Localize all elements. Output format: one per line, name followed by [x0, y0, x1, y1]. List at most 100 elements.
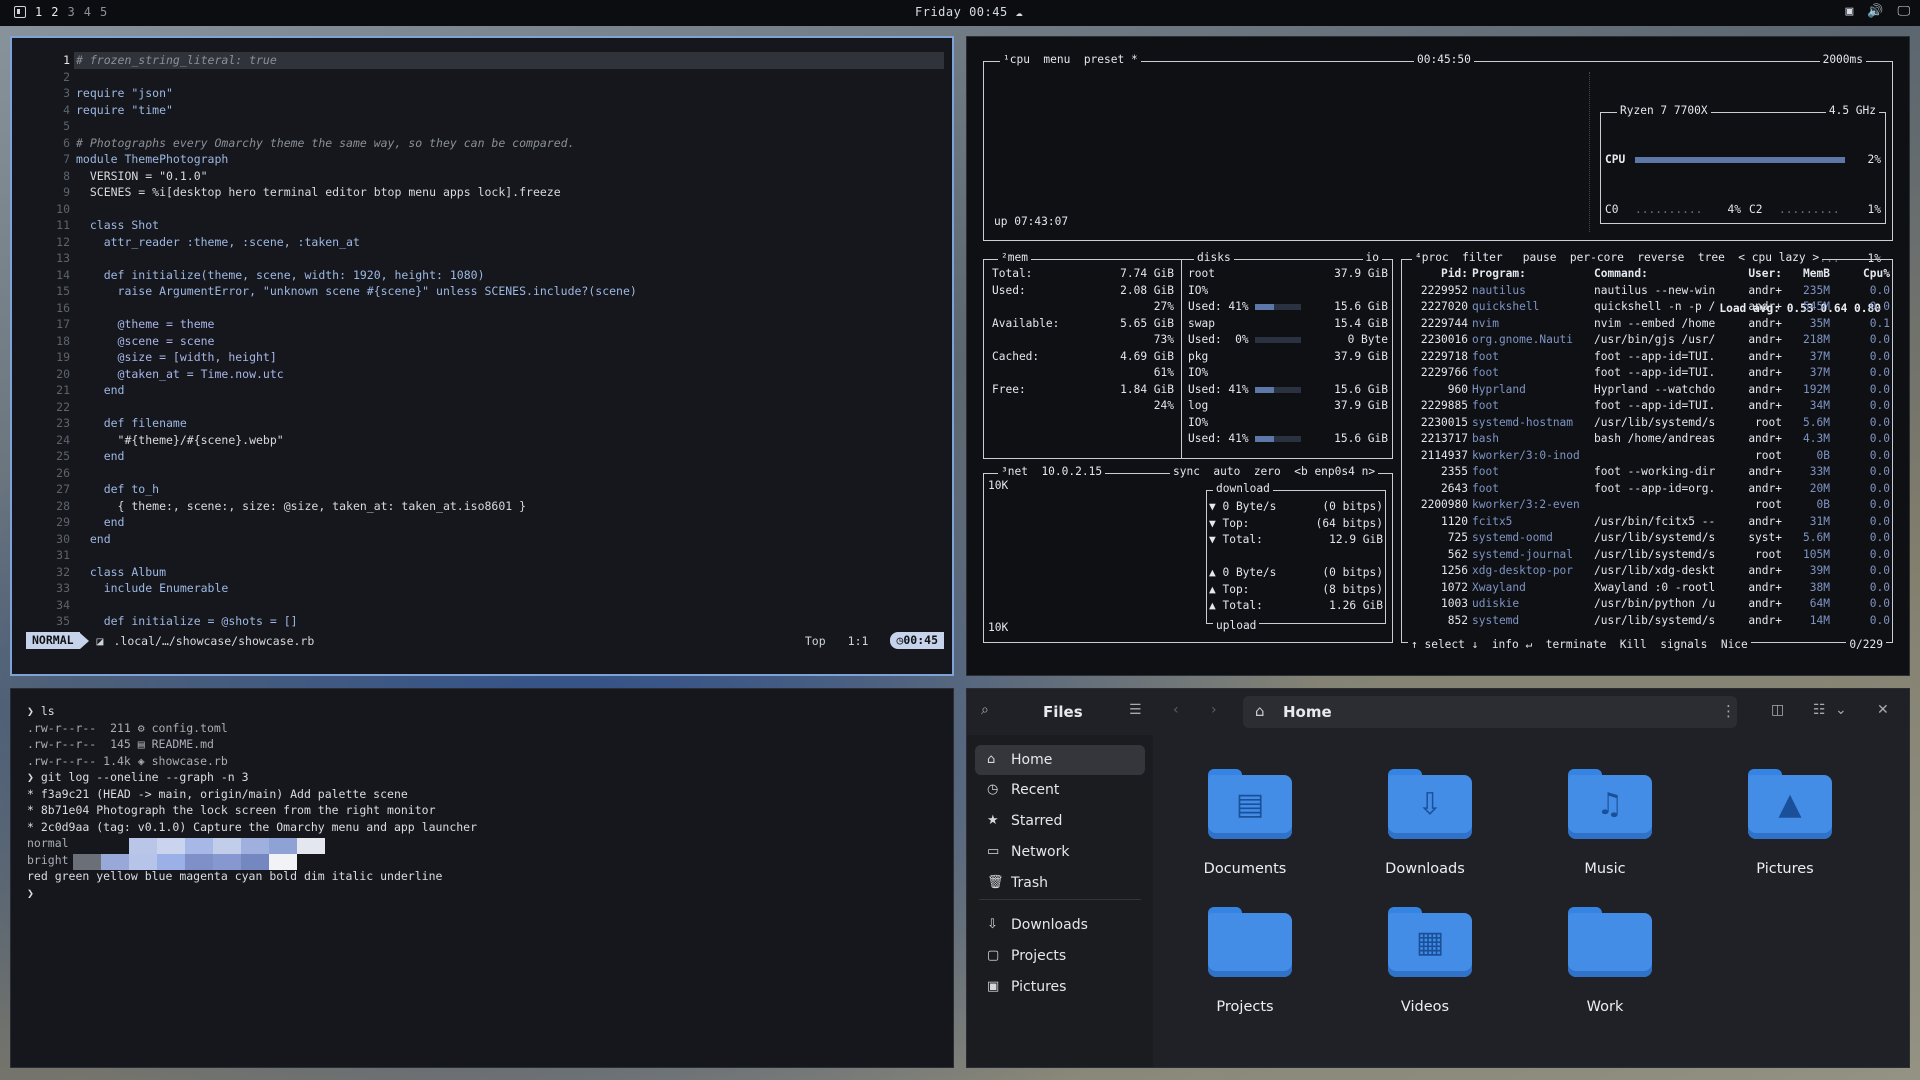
search-icon[interactable]: ⌕ [981, 702, 989, 718]
sidebar-item-pictures[interactable]: ▣ Pictures [975, 972, 1145, 1002]
workspace-5[interactable]: 5 [100, 5, 107, 19]
code-line: @theme = theme [76, 317, 215, 331]
line-number: 22 [56, 399, 70, 414]
table-row[interactable]: 2355 foot foot --working-dir andr+ 33M 0.0 [1404, 464, 1890, 481]
net-tabs[interactable]: sync auto zero <b enp0s4 n> [1170, 465, 1379, 478]
folder-documents[interactable]: ▤ Documents [1170, 769, 1320, 889]
sidebar-item-recent[interactable]: ◷ Recent [975, 775, 1145, 805]
clock[interactable]: Friday 00:45 ☁ [915, 5, 1023, 19]
forward-icon[interactable]: › [1211, 702, 1217, 718]
table-row[interactable]: 2229744 nvim nvim --embed /home andr+ 35M 0.1 [1404, 316, 1890, 333]
table-row[interactable]: 2643 foot foot --app-id=org. andr+ 20M 0.0 [1404, 481, 1890, 498]
list-view-icon[interactable]: ☷ [1813, 702, 1826, 718]
cpu-model: Ryzen 7 7700X [1617, 104, 1711, 117]
code-line: @scene = scene [76, 333, 215, 348]
cpu-tabs[interactable]: ¹cpu menu preset * [1000, 53, 1141, 66]
folder-pictures[interactable]: ▲ Pictures [1710, 769, 1860, 889]
proc-cell: 0.0 [1869, 432, 1890, 445]
cpu-interval[interactable]: 2000ms [1819, 53, 1866, 66]
table-row[interactable]: 2229766 foot foot --app-id=TUI. andr+ 37M 0.0 [1404, 365, 1890, 382]
table-row[interactable]: 2200980 kworker/3:2-even root 0B 0.0 [1404, 497, 1890, 514]
proc-cell: 33M [1809, 465, 1830, 478]
close-icon[interactable]: ✕ [1877, 702, 1889, 718]
disk-used: Used: 41% [1188, 382, 1249, 396]
table-row[interactable]: 562 systemd-journal/usr/lib/systemd/s root… [1404, 547, 1890, 564]
table-row[interactable]: 2114937 kworker/3:0-inod root 0B 0.0 [1404, 448, 1890, 465]
table-row[interactable]: 1072 Xwayland Xwayland :0 -rootl andr+ 38M 0.… [1404, 580, 1890, 597]
sidebar-item-starred[interactable]: ★ Starred [975, 806, 1145, 836]
proc-footer[interactable]: ↑ select ↓ info ↵ terminate Kill signals… [1408, 638, 1751, 651]
sidebar-item-label: Projects [1011, 948, 1067, 964]
path-bar[interactable]: ⌂ Home ⋮ [1243, 696, 1737, 728]
code-line: module ThemePhotograph [76, 152, 229, 166]
folder-downloads[interactable]: ⇩ Downloads [1350, 769, 1500, 889]
terminal-output[interactable]: ❯ ls .rw-r--r-- 211 ⚙ config.toml .rw-r--r… [27, 703, 477, 901]
sidebar-item-trash[interactable]: 🗑 Trash [975, 868, 1145, 898]
table-row[interactable]: 725 systemd-oomd/usr/lib/systemd/s syst+ 5.… [1404, 530, 1890, 547]
disk-header: root 37.9 GiB [1188, 266, 1388, 283]
terminal-window[interactable]: ❯ ls .rw-r--r-- 211 ⚙ config.toml .rw-r--r… [10, 688, 954, 1068]
table-row[interactable]: 2229885 foot foot --app-id=TUI. andr+ 34M 0.0 [1404, 398, 1890, 415]
table-row[interactable]: 2229718 foot foot --app-id=TUI. andr+ 37M 0.0 [1404, 349, 1890, 366]
files-window[interactable]: ⌕ Files ☰ ‹ › ⌂ Home ⋮ ◫ ☷ ⌄ ✕ ⌂ Home ◷ Rec… [966, 688, 1910, 1068]
display-icon[interactable]: 🖵 [1897, 4, 1910, 19]
sidebar-item-projects[interactable]: ▢ Projects [975, 941, 1145, 971]
workspace-3[interactable]: 3 [67, 5, 74, 19]
folder-work[interactable]: Work [1530, 907, 1680, 1027]
chevron-down-icon[interactable]: ⌄ [1835, 702, 1847, 718]
trash-icon: 🗑 [987, 875, 1004, 890]
proc-cell: udiskie [1472, 597, 1520, 610]
proc-tabs[interactable]: ⁴proc filter pause per-core reverse tree… [1412, 251, 1823, 264]
process-table[interactable]: Pid: Program: Command: User: MemB Cpu% 2229952… [1404, 266, 1890, 629]
folder-music[interactable]: ♫ Music [1530, 769, 1680, 889]
workspace-4[interactable]: 4 [84, 5, 91, 19]
sidebar-item-label: Network [1011, 844, 1070, 860]
table-row[interactable]: 2213717 bash bash /home/andreas andr+ 4.3M 0.… [1404, 431, 1890, 448]
table-row[interactable]: 852 systemd/usr/lib/systemd/s andr+ 14M 0.0 [1404, 613, 1890, 630]
disk-io: IO% [1188, 366, 1209, 379]
sidebar-item-downloads[interactable]: ⇩ Downloads [975, 910, 1145, 940]
nvim-window[interactable]: 1 2 3 4 5 6 7 8 9 10 11 12 13 14 15 16 17 18 19 20 21 22 23 24 2… [10, 36, 954, 676]
table-row[interactable]: 960 Hyprland Hyprland --watchdo andr+ 192M 0.… [1404, 382, 1890, 399]
disk-header: pkg 37.9 GiB [1188, 349, 1388, 366]
line-number: 7 [63, 152, 70, 166]
volume-icon[interactable]: 🔊 [1867, 4, 1883, 19]
table-row[interactable]: 2230016 org.gnome.Nauti/usr/bin/gjs /usr/… [1404, 332, 1890, 349]
net-title[interactable]: ³net 10.0.2.15 [998, 465, 1106, 478]
table-row[interactable]: 1256 xdg-desktop-por/usr/lib/xdg-deskt and… [1404, 563, 1890, 580]
screen-record-icon[interactable]: ▣ [1845, 4, 1853, 19]
camera-icon[interactable]: ◫ [1771, 702, 1784, 718]
net-down-row: ▼ Top: (64 bitps) [1209, 516, 1383, 533]
table-row[interactable]: 1003 udiskie/usr/bin/python /u andr+ 64M 0.0 [1404, 596, 1890, 613]
mem-value: 24% [1153, 399, 1174, 412]
folder-projects[interactable]: Projects [1170, 907, 1320, 1027]
table-row[interactable]: 2229952 nautilus nautilus --new-win andr+ 23… [1404, 283, 1890, 300]
back-icon[interactable]: ‹ [1173, 702, 1179, 718]
net-up-label: ▲ Total: [1209, 599, 1263, 612]
proc-cell: 0.0 [1869, 597, 1890, 610]
path-more-icon[interactable]: ⋮ [1721, 702, 1736, 720]
table-row[interactable]: 2230015 systemd-hostnam/usr/lib/systemd/s… [1404, 415, 1890, 432]
proc-cell: 37M [1809, 349, 1830, 363]
folder-videos[interactable]: ▦ Videos [1350, 907, 1500, 1027]
palette-swatch [241, 838, 269, 854]
code-buffer[interactable]: # frozen_string_literal: true require "js… [76, 52, 637, 630]
sidebar-menu-icon[interactable]: ☰ [1129, 702, 1142, 718]
proc-cell: 2230015 [1420, 415, 1468, 429]
btop-window[interactable]: ¹cpu menu preset * 00:45:50 2000ms up 07… [966, 36, 1910, 676]
launcher-icon[interactable] [14, 6, 26, 18]
core-2-value: 1% [1867, 202, 1881, 216]
proc-cell: 20M [1809, 481, 1830, 495]
workspace-2[interactable]: 2 [51, 5, 58, 19]
sidebar-item-network[interactable]: ▭ Network [975, 837, 1145, 867]
palette-swatch [297, 838, 325, 854]
sidebar-item-home[interactable]: ⌂ Home [975, 745, 1145, 775]
disks-title[interactable]: disks [1194, 251, 1234, 264]
table-row[interactable]: 2227020 quickshell quickshell -n -p / andr+… [1404, 299, 1890, 316]
proc-header-row: Pid: Program: Command: User: MemB Cpu% [1404, 266, 1890, 283]
table-row[interactable]: 1120 fcitx5/usr/bin/fcitx5 -- andr+ 31M 0.0 [1404, 514, 1890, 531]
workspace-1[interactable]: 1 [35, 5, 42, 19]
mem-title[interactable]: ²mem [998, 251, 1031, 264]
io-toggle[interactable]: io [1362, 251, 1382, 264]
